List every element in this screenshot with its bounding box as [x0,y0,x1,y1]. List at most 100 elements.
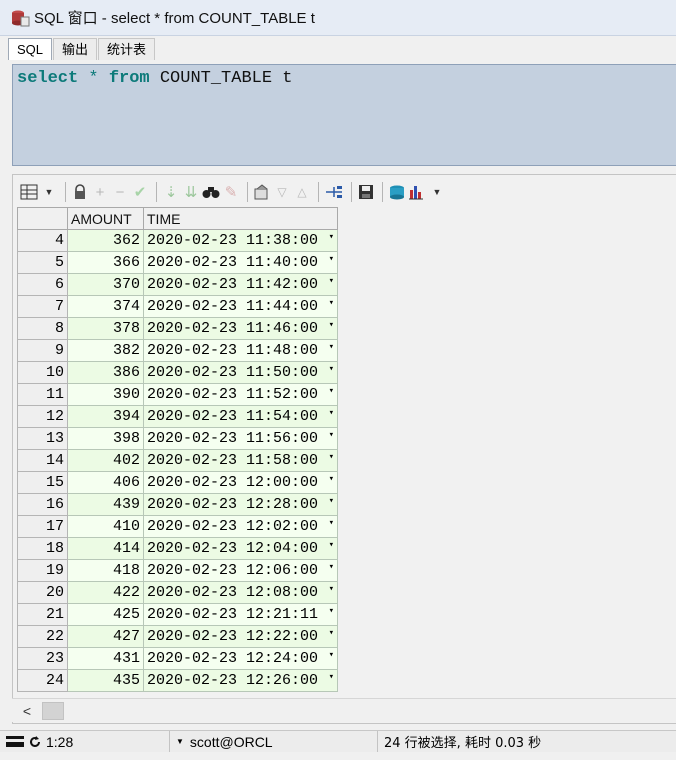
row-number[interactable]: 16 [17,493,68,516]
tree-icon[interactable] [324,181,344,203]
cell-amount[interactable]: 374 [67,295,144,318]
cell-amount[interactable]: 378 [67,317,144,340]
row-number[interactable]: 20 [17,581,68,604]
cell-dropdown-icon[interactable]: ▾ [329,408,334,418]
row-number[interactable]: 11 [17,383,68,406]
table-row[interactable]: 8 378 2020-02-23 11:46:00 ▾ [17,317,338,340]
scroll-thumb[interactable] [42,701,64,720]
row-number[interactable]: 13 [17,427,68,450]
lock-icon[interactable] [71,181,89,203]
tab-output[interactable]: 输出 [53,38,98,60]
row-number[interactable]: 10 [17,361,68,384]
cell-dropdown-icon[interactable]: ▾ [329,540,334,550]
table-row[interactable]: 16 439 2020-02-23 12:28:00 ▾ [17,493,338,516]
cell-amount[interactable]: 435 [67,669,144,692]
cell-time[interactable]: 2020-02-23 12:24:00 ▾ [143,647,338,670]
triangle-down-icon[interactable]: ▽ [273,181,291,203]
cell-amount[interactable]: 422 [67,581,144,604]
dropdown-arrow-icon[interactable]: ▼ [428,181,446,203]
cell-dropdown-icon[interactable]: ▾ [329,276,334,286]
cell-time[interactable]: 2020-02-23 11:46:00 ▾ [143,317,338,340]
connection-dropdown-icon[interactable]: ▼ [176,737,184,746]
cell-time[interactable]: 2020-02-23 11:40:00 ▾ [143,251,338,274]
export-icon[interactable] [253,181,271,203]
cell-dropdown-icon[interactable]: ▾ [329,496,334,506]
cell-dropdown-icon[interactable]: ▾ [329,628,334,638]
row-number[interactable]: 9 [17,339,68,362]
table-row[interactable]: 14 402 2020-02-23 11:58:00 ▾ [17,449,338,472]
cell-time[interactable]: 2020-02-23 11:50:00 ▾ [143,361,338,384]
cell-dropdown-icon[interactable]: ▾ [329,298,334,308]
cell-dropdown-icon[interactable]: ▾ [329,452,334,462]
database-icon[interactable] [388,181,406,203]
row-number[interactable]: 6 [17,273,68,296]
cell-dropdown-icon[interactable]: ▾ [329,364,334,374]
cell-time[interactable]: 2020-02-23 12:22:00 ▾ [143,625,338,648]
row-number[interactable]: 8 [17,317,68,340]
table-row[interactable]: 21 425 2020-02-23 12:21:11 ▾ [17,603,338,626]
row-number[interactable]: 24 [17,669,68,692]
table-row[interactable]: 10 386 2020-02-23 11:50:00 ▾ [17,361,338,384]
cell-time[interactable]: 2020-02-23 11:38:00 ▾ [143,229,338,252]
plus-icon[interactable]: + [91,181,109,203]
tab-sql[interactable]: SQL [8,38,53,60]
cell-dropdown-icon[interactable]: ▾ [329,232,334,242]
table-row[interactable]: 12 394 2020-02-23 11:54:00 ▾ [17,405,338,428]
table-row[interactable]: 24 435 2020-02-23 12:26:00 ▾ [17,669,338,692]
cell-amount[interactable]: 431 [67,647,144,670]
cell-dropdown-icon[interactable]: ▾ [329,320,334,330]
status-connection[interactable]: ▼ scott@ORCL [170,731,378,752]
cell-time[interactable]: 2020-02-23 12:00:00 ▾ [143,471,338,494]
cell-amount[interactable]: 390 [67,383,144,406]
cell-amount[interactable]: 362 [67,229,144,252]
cell-dropdown-icon[interactable]: ▾ [329,518,334,528]
table-row[interactable]: 15 406 2020-02-23 12:00:00 ▾ [17,471,338,494]
cell-amount[interactable]: 386 [67,361,144,384]
cell-time[interactable]: 2020-02-23 11:58:00 ▾ [143,449,338,472]
table-row[interactable]: 4 362 2020-02-23 11:38:00 ▾ [17,229,338,252]
cell-amount[interactable]: 406 [67,471,144,494]
cell-amount[interactable]: 366 [67,251,144,274]
sql-editor[interactable]: select * from COUNT_TABLE t [12,64,676,166]
cell-time[interactable]: 2020-02-23 12:28:00 ▾ [143,493,338,516]
row-number[interactable]: 17 [17,515,68,538]
cell-dropdown-icon[interactable]: ▾ [329,254,334,264]
binoculars-icon[interactable] [202,181,220,203]
cell-amount[interactable]: 427 [67,625,144,648]
row-number[interactable]: 18 [17,537,68,560]
cell-amount[interactable]: 414 [67,537,144,560]
row-number[interactable]: 21 [17,603,68,626]
table-row[interactable]: 23 431 2020-02-23 12:24:00 ▾ [17,647,338,670]
dropdown-arrow-icon[interactable]: ▼ [40,181,58,203]
save-icon[interactable] [357,181,375,203]
cell-time[interactable]: 2020-02-23 12:08:00 ▾ [143,581,338,604]
cell-dropdown-icon[interactable]: ▾ [329,562,334,572]
table-row[interactable]: 22 427 2020-02-23 12:22:00 ▾ [17,625,338,648]
cell-time[interactable]: 2020-02-23 11:52:00 ▾ [143,383,338,406]
cell-dropdown-icon[interactable]: ▾ [329,386,334,396]
table-row[interactable]: 5 366 2020-02-23 11:40:00 ▾ [17,251,338,274]
cell-dropdown-icon[interactable]: ▾ [329,342,334,352]
cell-amount[interactable]: 410 [67,515,144,538]
eraser-icon[interactable]: ✎ [222,181,240,203]
cell-amount[interactable]: 425 [67,603,144,626]
table-row[interactable]: 9 382 2020-02-23 11:48:00 ▾ [17,339,338,362]
tab-statistics[interactable]: 统计表 [98,38,156,60]
row-number[interactable]: 5 [17,251,68,274]
cell-dropdown-icon[interactable]: ▾ [329,650,334,660]
cell-dropdown-icon[interactable]: ▾ [329,474,334,484]
row-number[interactable]: 22 [17,625,68,648]
checkmark-icon[interactable]: ✔ [131,181,149,203]
cell-time[interactable]: 2020-02-23 11:48:00 ▾ [143,339,338,362]
row-number[interactable]: 19 [17,559,68,582]
table-row[interactable]: 6 370 2020-02-23 11:42:00 ▾ [17,273,338,296]
cell-time[interactable]: 2020-02-23 11:44:00 ▾ [143,295,338,318]
cell-time[interactable]: 2020-02-23 11:56:00 ▾ [143,427,338,450]
cell-amount[interactable]: 418 [67,559,144,582]
cell-amount[interactable]: 398 [67,427,144,450]
chart-icon[interactable] [408,181,426,203]
row-number[interactable]: 15 [17,471,68,494]
minus-icon[interactable]: − [111,181,129,203]
cell-dropdown-icon[interactable]: ▾ [329,430,334,440]
double-down-arrow-icon[interactable]: ⇊ [182,181,200,203]
